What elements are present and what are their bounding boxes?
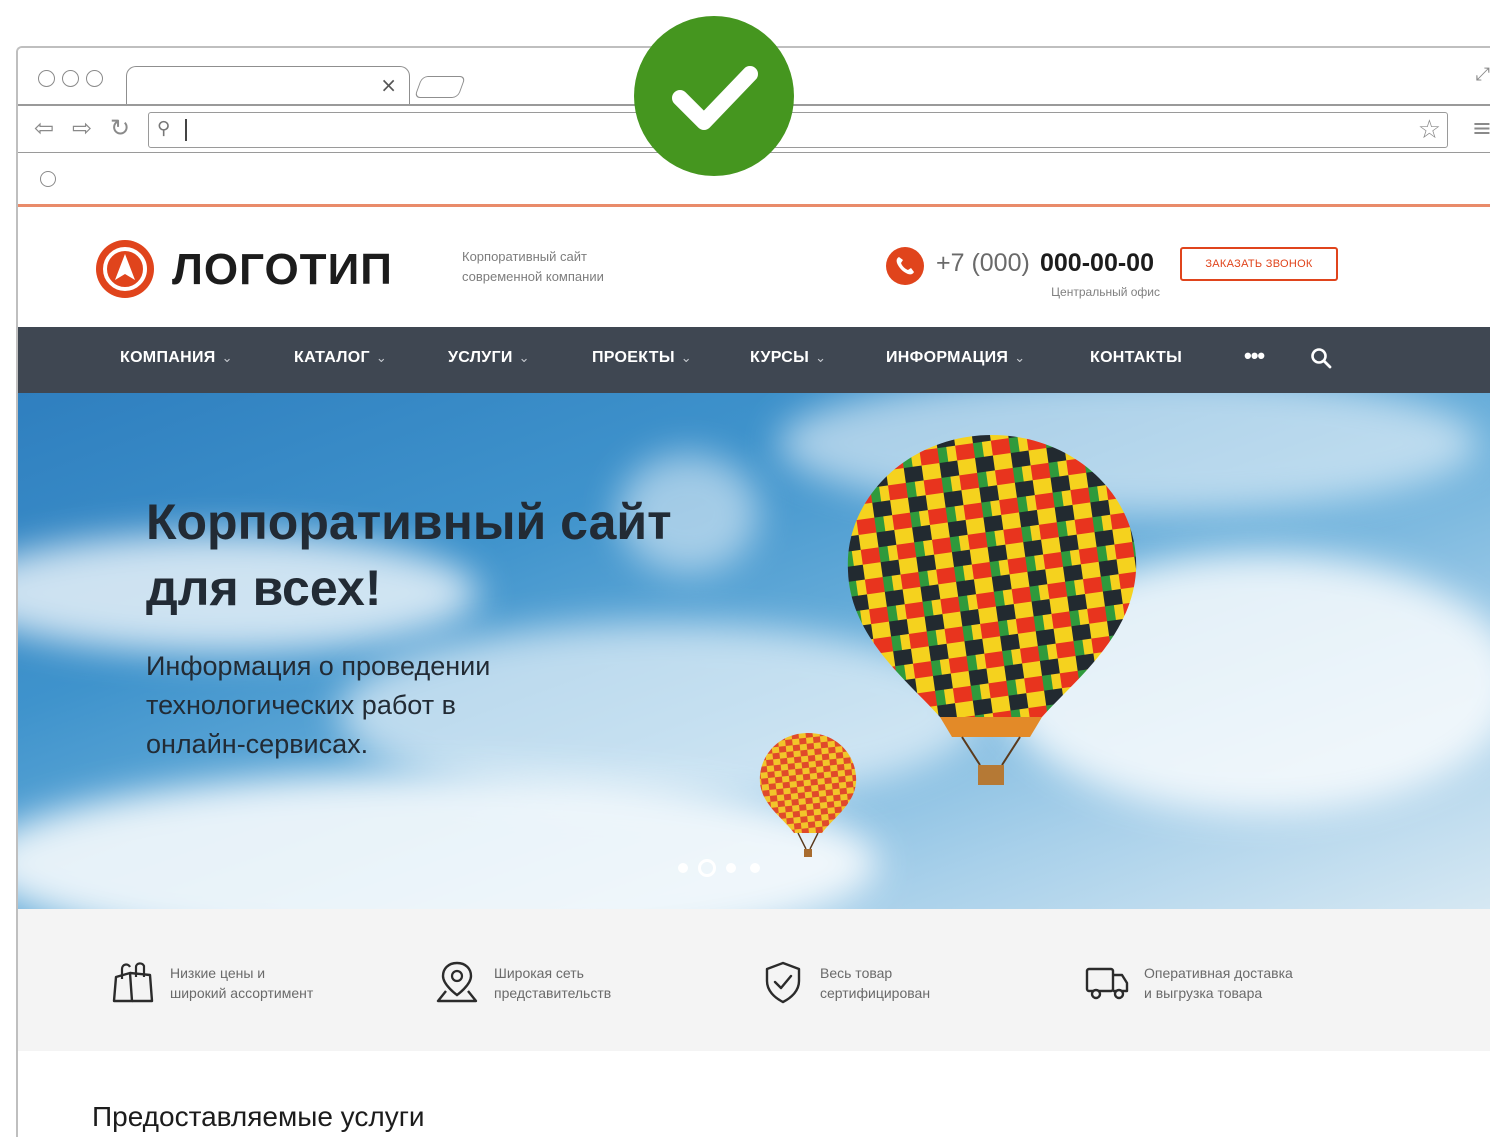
more-menu-icon[interactable]: •••: [1244, 343, 1265, 369]
search-icon: ⚲: [157, 118, 171, 139]
website: ЛОГОТИП Корпоративный сайт современной к…: [18, 207, 1490, 1137]
bookmark-star-icon[interactable]: ☆: [1418, 115, 1441, 145]
tab-close-icon[interactable]: ×: [380, 73, 397, 97]
hot-air-balloon-image: [847, 435, 1137, 785]
back-arrow-icon[interactable]: ⇦: [34, 114, 54, 142]
slider-dot[interactable]: [726, 863, 736, 873]
chevron-down-icon: ⌄: [1014, 350, 1026, 365]
map-pin-icon: [436, 961, 478, 1003]
hero-text-line: онлайн-сервисах.: [146, 729, 369, 759]
nav-item-catalog[interactable]: КАТАЛОГ ⌄: [294, 349, 387, 367]
feature-text: Широкая сеть представительств: [494, 963, 611, 1003]
forward-arrow-icon[interactable]: ⇨: [72, 114, 92, 142]
slider-dot-active[interactable]: [698, 859, 716, 877]
address-bar[interactable]: ⚲ ☆: [148, 112, 1448, 148]
nav-label: УСЛУГИ: [448, 349, 513, 366]
checkmark-icon: [672, 66, 758, 130]
phone-icon: [886, 247, 924, 285]
checkmark-badge: [634, 16, 794, 176]
feature-delivery: Оперативная доставка и выгрузка товара: [1084, 959, 1404, 1009]
bookmark-circle-icon[interactable]: [40, 171, 56, 187]
features-strip: Низкие цены и широкий ассортимент Широка…: [18, 909, 1490, 1051]
chevron-down-icon: ⌄: [518, 350, 530, 365]
feature-text-line: Широкая сеть: [494, 965, 584, 981]
nav-label: ПРОЕКТЫ: [592, 349, 675, 366]
feature-text-line: Весь товар: [820, 965, 893, 981]
shopping-bag-icon: [112, 962, 154, 1003]
phone-caption: Центральный офис: [1051, 285, 1160, 299]
nav-label: ИНФОРМАЦИЯ: [886, 349, 1009, 366]
tagline-line: Корпоративный сайт: [462, 249, 587, 264]
slider-dot[interactable]: [750, 863, 760, 873]
chevron-down-icon: ⌄: [815, 350, 827, 365]
hero-text-line: технологических работ в: [146, 690, 456, 720]
small-balloon-image: [759, 733, 857, 857]
callback-button[interactable]: ЗАКАЗАТЬ ЗВОНОК: [1180, 247, 1338, 281]
truck-icon: [1085, 967, 1129, 1000]
feature-text-line: сертифицирован: [820, 985, 931, 1001]
tagline-line: современной компании: [462, 269, 604, 284]
reload-icon[interactable]: ↻: [110, 114, 130, 142]
nav-item-courses[interactable]: КУРСЫ ⌄: [750, 349, 826, 367]
feature-text: Низкие цены и широкий ассортимент: [170, 963, 313, 1003]
chevron-down-icon: ⌄: [221, 350, 233, 365]
section-title: Предоставляемые услуги: [92, 1101, 425, 1132]
search-icon[interactable]: [1310, 347, 1332, 374]
feature-network: Широкая сеть представительств: [434, 959, 754, 1009]
browser-tab[interactable]: ×: [126, 66, 410, 106]
new-tab-button[interactable]: [413, 76, 467, 98]
window-minimize-control[interactable]: [62, 70, 79, 87]
chevron-down-icon: ⌄: [680, 350, 692, 365]
browser-window: × ⤢ ⇦ ⇨ ↻ ⚲ ☆ ≡ ЛОГОТИП Корпоративный са…: [16, 46, 1490, 1137]
logo-icon[interactable]: [96, 240, 154, 298]
nav-item-company[interactable]: КОМПАНИЯ ⌄: [120, 349, 233, 367]
feature-text-line: Низкие цены и: [170, 965, 266, 981]
feature-text-line: широкий ассортимент: [170, 985, 314, 1001]
nav-label: КОНТАКТЫ: [1090, 349, 1183, 366]
window-maximize-control[interactable]: [86, 70, 103, 87]
text-caret: [185, 119, 187, 141]
nav-label: КАТАЛОГ: [294, 349, 370, 366]
window-close-control[interactable]: [38, 70, 55, 87]
feature-text-line: представительств: [494, 985, 612, 1001]
nav-item-information[interactable]: ИНФОРМАЦИЯ ⌄: [886, 349, 1025, 367]
site-header: ЛОГОТИП Корпоративный сайт современной к…: [18, 207, 1490, 327]
nav-item-projects[interactable]: ПРОЕКТЫ ⌄: [592, 349, 692, 367]
chevron-down-icon: ⌄: [375, 350, 388, 365]
logo-text[interactable]: ЛОГОТИП: [172, 245, 393, 295]
shield-check-icon: [765, 961, 801, 1004]
hero-title-line: Корпоративный сайт: [146, 494, 672, 550]
feature-certified: Весь товар сертифицирован: [760, 959, 1080, 1009]
nav-label: КУРСЫ: [750, 349, 810, 366]
hero-title: Корпоративный сайт для всех!: [146, 489, 672, 621]
hero-slider[interactable]: Корпоративный сайт для всех! Информация …: [18, 393, 1490, 909]
browser-menu-icon[interactable]: ≡: [1472, 114, 1490, 142]
phone-prefix[interactable]: +7 (000): [936, 249, 1030, 278]
feature-text-line: и выгрузка товара: [1144, 985, 1263, 1001]
feature-low-prices: Низкие цены и широкий ассортимент: [110, 959, 430, 1009]
hero-description: Информация о проведении технологических …: [146, 647, 606, 764]
nav-label: КОМПАНИЯ: [120, 349, 216, 366]
main-nav: КОМПАНИЯ ⌄ КАТАЛОГ ⌄ УСЛУГИ ⌄ ПРОЕКТЫ ⌄ КУРС…: [18, 327, 1490, 393]
fullscreen-icon[interactable]: ⤢: [1476, 64, 1490, 85]
site-tagline: Корпоративный сайт современной компании: [462, 247, 682, 287]
feature-text-line: Оперативная доставка: [1144, 965, 1293, 981]
phone-number[interactable]: 000-00-00: [1040, 249, 1154, 278]
hero-title-line: для всех!: [146, 560, 382, 616]
nav-item-services[interactable]: УСЛУГИ ⌄: [448, 349, 530, 367]
hero-text-line: Информация о проведении: [146, 651, 491, 681]
nav-item-contacts[interactable]: КОНТАКТЫ: [1090, 349, 1182, 367]
feature-text: Весь товар сертифицирован: [820, 963, 930, 1003]
slider-dot[interactable]: [678, 863, 688, 873]
feature-text: Оперативная доставка и выгрузка товара: [1144, 963, 1293, 1003]
